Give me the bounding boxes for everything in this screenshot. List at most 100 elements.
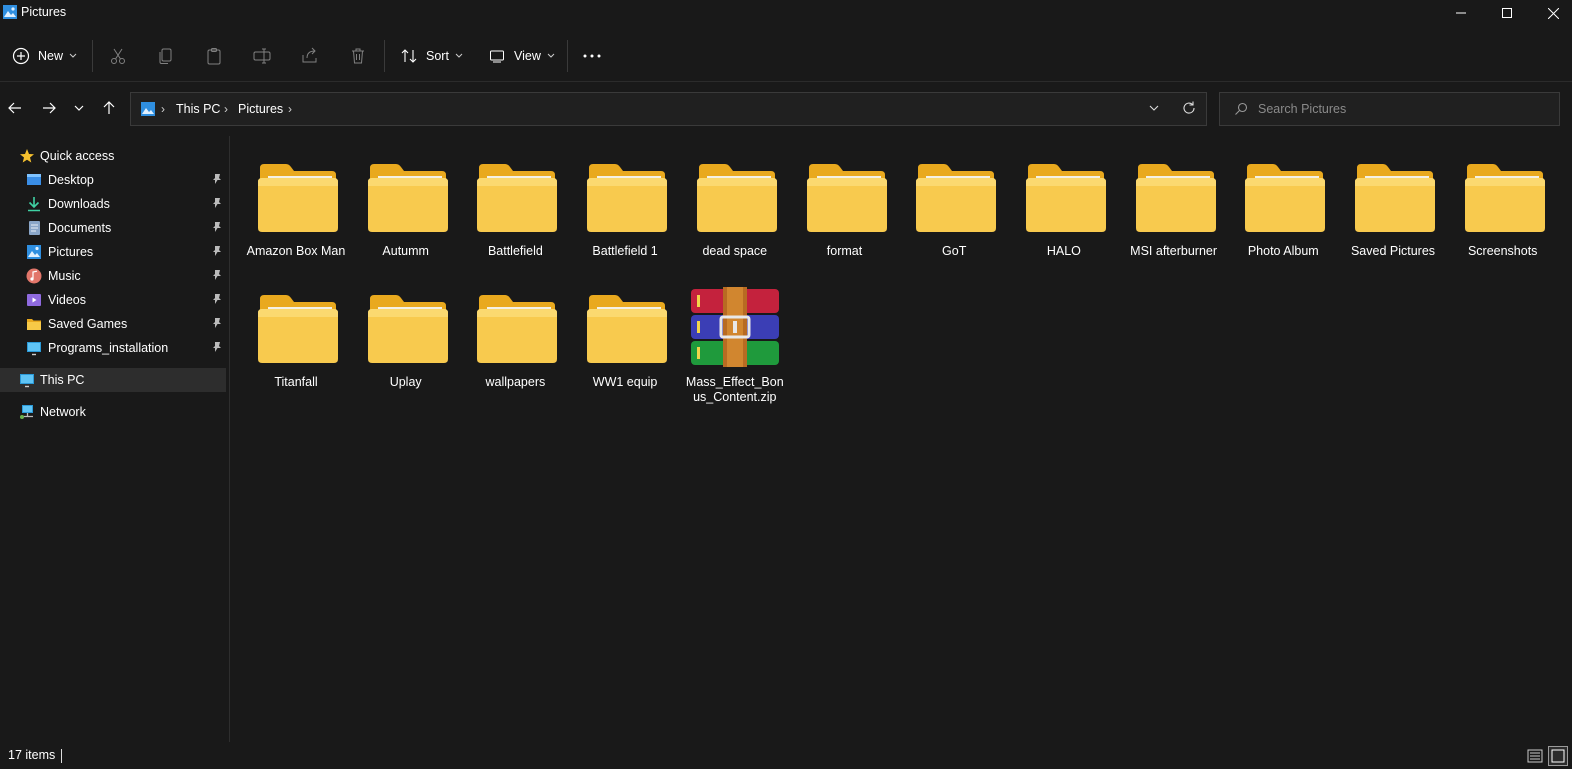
window-title: Pictures <box>21 5 67 19</box>
folder-item[interactable]: Photo Album <box>1228 146 1338 276</box>
folder-icon <box>258 164 338 232</box>
more-options-button[interactable] <box>583 42 601 70</box>
sidebar-item-desktop[interactable]: Desktop <box>0 168 226 192</box>
more-icon <box>583 54 601 58</box>
folder-icon <box>1245 164 1326 232</box>
sidebar-item-music[interactable]: Music <box>0 264 226 288</box>
sidebar-item-label: Saved Games <box>48 317 128 331</box>
folder-item[interactable]: Amazon Box Man <box>241 146 351 276</box>
address-bar[interactable]: › This PC › Pictures › <box>130 92 1207 126</box>
item-name: Screenshots <box>1467 244 1538 258</box>
chevron-down-icon <box>74 105 84 111</box>
item-thumbnail <box>577 287 673 367</box>
item-thumbnail <box>358 287 454 367</box>
folder-icon <box>916 164 997 232</box>
folder-item[interactable]: Battlefield <box>460 146 570 276</box>
sidebar-item-pictures[interactable]: Pictures <box>0 240 226 264</box>
folder-item[interactable]: MSI afterburner <box>1119 146 1229 276</box>
recent-locations-button[interactable] <box>67 96 91 120</box>
item-name: Saved Pictures <box>1350 244 1436 258</box>
sidebar-item-this-pc[interactable]: This PC <box>0 368 226 392</box>
item-name: Titanfall <box>274 375 318 389</box>
file-item[interactable]: Mass_Effect_Bonus_Content.zip <box>680 277 790 407</box>
pin-icon[interactable] <box>212 317 222 329</box>
search-box[interactable] <box>1219 92 1560 126</box>
breadcrumb-chevron-icon: › <box>288 102 292 116</box>
item-name: Mass_Effect_Bonus_Content.zip <box>685 375 784 404</box>
search-icon <box>1235 102 1248 115</box>
sidebar-item-saved-games[interactable]: Saved Games <box>0 312 226 336</box>
pin-icon[interactable] <box>212 245 222 257</box>
item-thumbnail <box>467 287 563 367</box>
folder-item[interactable]: Saved Pictures <box>1338 146 1448 276</box>
maximize-button[interactable] <box>1484 0 1530 26</box>
folder-item[interactable]: Uplay <box>351 277 461 407</box>
command-bar: New Sort View <box>0 30 1572 82</box>
pin-icon[interactable] <box>212 221 222 233</box>
cut-button[interactable] <box>108 42 128 70</box>
maximize-icon <box>1502 8 1512 18</box>
folder-item[interactable]: Titanfall <box>241 277 351 407</box>
forward-button[interactable] <box>37 96 61 120</box>
item-thumbnail <box>358 156 454 236</box>
sidebar-item-documents[interactable]: Documents <box>0 216 226 240</box>
folder-item[interactable]: HALO <box>1009 146 1119 276</box>
folder-item[interactable]: WW1 equip <box>570 277 680 407</box>
item-name: Amazon Box Man <box>246 244 346 258</box>
folder-item[interactable]: dead space <box>680 146 790 276</box>
pin-icon[interactable] <box>212 341 222 353</box>
folder-item[interactable]: GoT <box>899 146 1009 276</box>
pin-icon[interactable] <box>212 173 222 185</box>
folder-item[interactable]: format <box>790 146 900 276</box>
minimize-icon <box>1456 12 1466 14</box>
folder-item[interactable]: wallpapers <box>460 277 570 407</box>
sort-button[interactable]: Sort <box>400 42 463 70</box>
share-button[interactable] <box>300 42 320 70</box>
folder-icon <box>367 164 448 232</box>
folder-icon <box>367 295 448 363</box>
sidebar-item-label: Documents <box>48 221 112 235</box>
rename-button[interactable] <box>252 42 272 70</box>
delete-button[interactable] <box>348 42 368 70</box>
details-view-icon[interactable] <box>1526 747 1544 765</box>
folder-icon <box>258 295 338 363</box>
refresh-icon[interactable] <box>1181 100 1197 116</box>
breadcrumb-this-pc[interactable]: This PC <box>176 102 220 116</box>
folder-icon <box>1025 164 1106 232</box>
search-input[interactable] <box>1258 99 1548 119</box>
share-icon <box>302 47 317 63</box>
pin-icon[interactable] <box>212 269 222 281</box>
item-count: 17 items <box>8 748 56 762</box>
item-name: format <box>826 244 863 258</box>
sidebar-item-quick-access[interactable]: Quick access <box>0 144 226 168</box>
folder-icon <box>477 164 558 232</box>
breadcrumb-pictures[interactable]: Pictures <box>238 102 283 116</box>
pin-icon[interactable] <box>212 197 222 209</box>
up-button[interactable] <box>97 96 121 120</box>
sidebar-item-downloads[interactable]: Downloads <box>0 192 226 216</box>
close-button[interactable] <box>1530 0 1572 26</box>
desktop-icon <box>27 174 41 185</box>
item-name: MSI afterburner <box>1130 244 1218 258</box>
back-button[interactable] <box>3 96 27 120</box>
minimize-button[interactable] <box>1438 0 1484 26</box>
sidebar-item-label: Network <box>40 405 86 419</box>
item-name: Photo Album <box>1247 244 1319 258</box>
pin-icon[interactable] <box>212 293 222 305</box>
paste-icon <box>207 48 221 65</box>
sidebar-item-programs-installation[interactable]: Programs_installation <box>0 336 226 360</box>
chevron-down-icon[interactable] <box>1147 101 1161 115</box>
folder-item[interactable]: Autumm <box>351 146 461 276</box>
large-icons-view-button[interactable] <box>1548 746 1568 766</box>
copy-button[interactable] <box>156 42 176 70</box>
sidebar-item-videos[interactable]: Videos <box>0 288 226 312</box>
folder-item[interactable]: Screenshots <box>1448 146 1558 276</box>
new-button[interactable]: New <box>12 42 77 70</box>
sidebar-item-network[interactable]: Network <box>0 400 226 424</box>
item-thumbnail <box>248 287 344 367</box>
paste-button[interactable] <box>204 42 224 70</box>
star-icon <box>20 149 34 163</box>
view-button[interactable]: View <box>489 42 555 70</box>
folder-item[interactable]: Battlefield 1 <box>570 146 680 276</box>
download-icon <box>28 197 40 212</box>
